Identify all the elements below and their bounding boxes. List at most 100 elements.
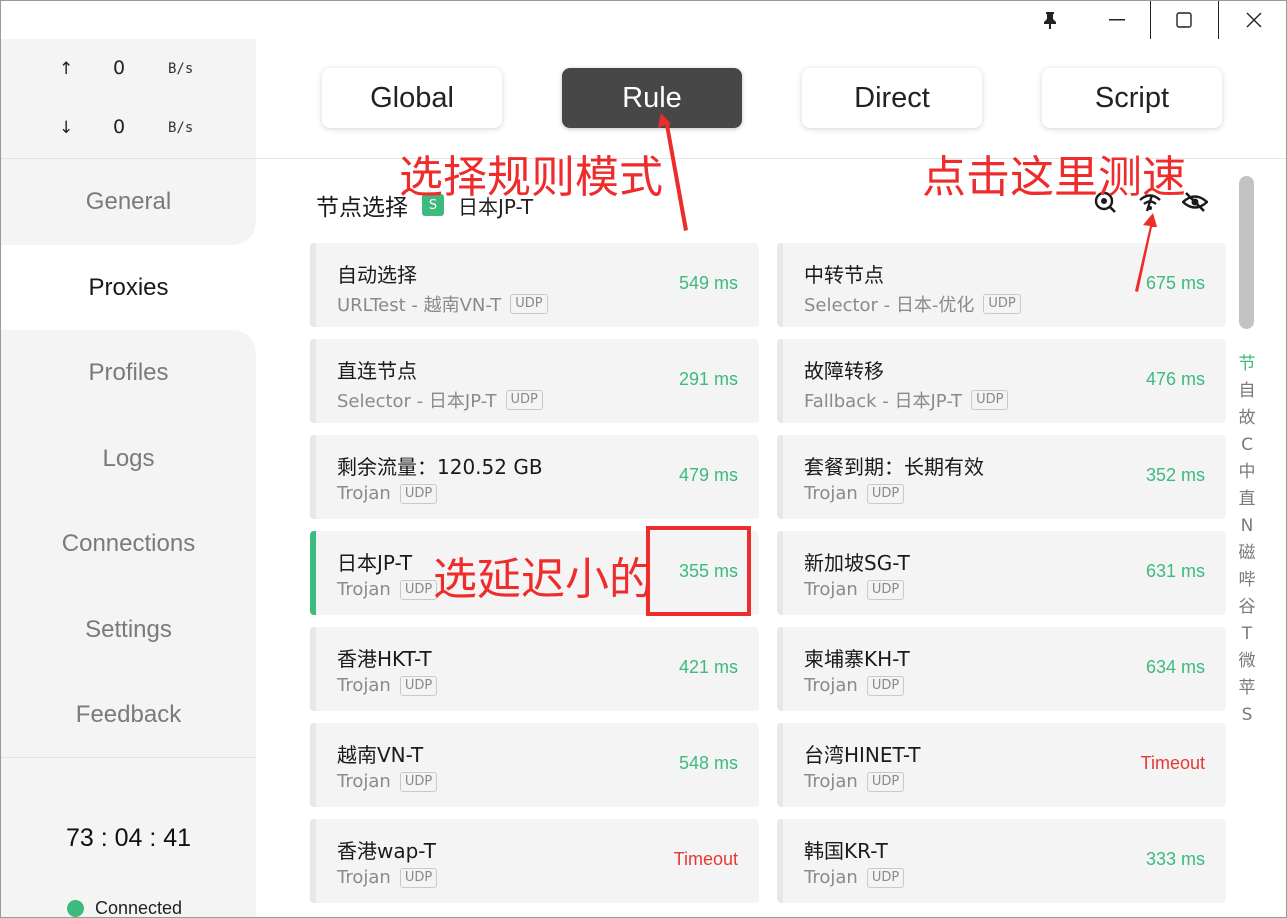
proxy-type: Selector - 日本JP-T UDP xyxy=(337,387,543,413)
nav-proxies[interactable]: Proxies xyxy=(1,223,256,352)
pin-icon[interactable] xyxy=(1018,1,1082,39)
proxy-delay[interactable]: 476 ms xyxy=(1146,369,1205,390)
annotation-pick-low: 选延迟小的 xyxy=(433,554,653,605)
nav-settings[interactable]: Settings xyxy=(1,587,256,672)
close-icon[interactable] xyxy=(1218,1,1286,39)
proxy-delay[interactable]: 675 ms xyxy=(1146,273,1205,294)
proxy-delay[interactable]: 548 ms xyxy=(679,753,738,774)
proxy-type-label: Trojan xyxy=(337,579,391,600)
proxy-card[interactable]: 新加坡SG-T Trojan UDP 631 ms xyxy=(777,531,1226,615)
connection-label: Connected xyxy=(95,898,183,918)
proxy-delay[interactable]: 352 ms xyxy=(1146,465,1205,486)
proxy-type-label: Trojan xyxy=(337,483,391,504)
proxy-type: Trojan UDP xyxy=(337,483,438,504)
proxy-type-label: Fallback - 日本JP-T xyxy=(804,391,963,412)
nav-connections[interactable]: Connections xyxy=(1,501,256,586)
traffic-panel: ↑ 0 B/s ↓ 0 B/s xyxy=(1,39,256,159)
proxy-type: Trojan UDP xyxy=(804,771,905,792)
group-index-item[interactable]: 磁 xyxy=(1239,540,1256,567)
minimize-icon[interactable] xyxy=(1084,1,1150,39)
proxy-card[interactable]: 中转节点 Selector - 日本-优化 UDP 675 ms xyxy=(777,243,1226,327)
selection-indicator xyxy=(777,435,783,519)
proxy-type: Selector - 日本-优化 UDP xyxy=(804,291,1021,317)
selection-indicator xyxy=(310,627,316,711)
group-index-item[interactable]: 苹 xyxy=(1239,675,1256,702)
annotation-highlight-box xyxy=(646,526,751,616)
udp-badge: UDP xyxy=(399,579,438,600)
proxy-name: 越南VN-T xyxy=(337,743,424,767)
proxy-type-label: Trojan xyxy=(337,771,391,792)
udp-badge: UDP xyxy=(971,390,1009,410)
udp-badge: UDP xyxy=(399,483,438,504)
proxy-name: 直连节点 xyxy=(337,359,417,383)
proxy-name: 台湾HINET-T xyxy=(804,743,921,767)
group-index-item[interactable]: 故 xyxy=(1239,405,1256,432)
nav-logs[interactable]: Logs xyxy=(1,416,256,501)
group-index-item[interactable]: 直 xyxy=(1239,486,1256,513)
proxy-card[interactable]: 套餐到期：长期有效 Trojan UDP 352 ms xyxy=(777,435,1226,519)
mode-direct-button[interactable]: Direct xyxy=(802,68,982,128)
proxy-card[interactable]: 韩国KR-T Trojan UDP 333 ms xyxy=(777,819,1226,903)
proxy-delay[interactable]: 634 ms xyxy=(1146,657,1205,678)
udp-badge: UDP xyxy=(510,294,548,314)
sidebar: ↑ 0 B/s ↓ 0 B/s General Proxies Profiles… xyxy=(1,39,256,918)
group-index-item[interactable]: 谷 xyxy=(1239,594,1256,621)
proxy-name: 香港HKT-T xyxy=(337,647,432,671)
group-index-item[interactable]: N xyxy=(1241,513,1254,540)
proxy-type: Trojan UDP xyxy=(804,867,905,888)
group-index-item[interactable]: S xyxy=(1242,702,1253,729)
proxy-card[interactable]: 直连节点 Selector - 日本JP-T UDP 291 ms xyxy=(310,339,759,423)
group-index-item[interactable]: 中 xyxy=(1239,459,1256,486)
mode-script-button[interactable]: Script xyxy=(1042,68,1222,128)
proxy-type-label: Trojan xyxy=(804,483,858,504)
group-index-item[interactable]: C xyxy=(1241,432,1253,459)
selection-indicator xyxy=(310,531,316,615)
proxy-delay[interactable]: 421 ms xyxy=(679,657,738,678)
mode-rule-button[interactable]: Rule xyxy=(562,68,742,128)
proxy-type: Trojan UDP xyxy=(804,483,905,504)
proxy-card[interactable]: 自动选择 URLTest - 越南VN-T UDP 549 ms xyxy=(310,243,759,327)
udp-badge: UDP xyxy=(866,579,905,600)
selection-indicator xyxy=(777,819,783,903)
proxy-card[interactable]: 台湾HINET-T Trojan UDP Timeout xyxy=(777,723,1226,807)
selection-indicator xyxy=(310,819,316,903)
scrollbar-thumb[interactable] xyxy=(1239,176,1254,329)
nav-feedback[interactable]: Feedback xyxy=(1,672,256,757)
group-index-item[interactable]: 微 xyxy=(1239,648,1256,675)
proxy-delay[interactable]: 291 ms xyxy=(679,369,738,390)
annotation-click-test: 点击这里测速 xyxy=(922,152,1186,203)
udp-badge: UDP xyxy=(866,675,905,696)
group-index-item[interactable]: 自 xyxy=(1239,378,1256,405)
proxy-type: Fallback - 日本JP-T UDP xyxy=(804,387,1009,413)
proxy-type-label: Trojan xyxy=(804,867,858,888)
proxy-type-label: Trojan xyxy=(337,867,391,888)
proxy-delay[interactable]: 549 ms xyxy=(679,273,738,294)
udp-badge: UDP xyxy=(866,867,905,888)
proxy-name: 自动选择 xyxy=(337,263,417,287)
proxy-card[interactable]: 故障转移 Fallback - 日本JP-T UDP 476 ms xyxy=(777,339,1226,423)
udp-badge: UDP xyxy=(866,483,905,504)
proxy-card[interactable]: 剩余流量：120.52 GB Trojan UDP 479 ms xyxy=(310,435,759,519)
group-index-item[interactable]: T xyxy=(1242,621,1252,648)
nav-profiles[interactable]: Profiles xyxy=(1,330,256,415)
proxy-delay[interactable]: 631 ms xyxy=(1146,561,1205,582)
proxy-name: 新加坡SG-T xyxy=(804,551,910,575)
proxy-delay[interactable]: 479 ms xyxy=(679,465,738,486)
group-index-item[interactable]: 哔 xyxy=(1239,567,1256,594)
udp-badge: UDP xyxy=(399,867,438,888)
proxy-card[interactable]: 香港HKT-T Trojan UDP 421 ms xyxy=(310,627,759,711)
proxy-card[interactable]: 越南VN-T Trojan UDP 548 ms xyxy=(310,723,759,807)
proxy-card[interactable]: 柬埔寨KH-T Trojan UDP 634 ms xyxy=(777,627,1226,711)
group-index-item[interactable]: 节 xyxy=(1239,351,1256,378)
proxy-delay[interactable]: 333 ms xyxy=(1146,849,1205,870)
nav-general[interactable]: General xyxy=(1,159,256,244)
upload-speed: ↑ 0 B/s xyxy=(1,55,256,85)
proxy-delay[interactable]: Timeout xyxy=(674,849,738,870)
proxy-type: Trojan UDP xyxy=(337,771,438,792)
maximize-icon[interactable] xyxy=(1150,1,1216,39)
download-value: 0 xyxy=(113,116,126,138)
proxy-type: URLTest - 越南VN-T UDP xyxy=(337,291,548,317)
proxy-delay[interactable]: Timeout xyxy=(1141,753,1205,774)
mode-global-button[interactable]: Global xyxy=(322,68,502,128)
proxy-card[interactable]: 香港wap-T Trojan UDP Timeout xyxy=(310,819,759,903)
